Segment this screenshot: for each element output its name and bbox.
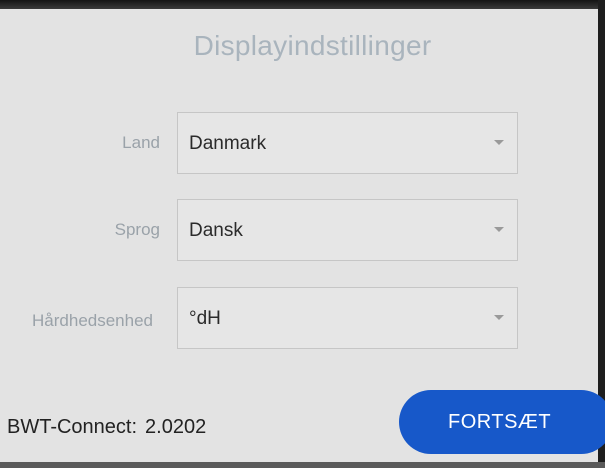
country-label: Land xyxy=(122,133,160,152)
page-title: Displayindstillinger xyxy=(193,30,432,61)
continue-button[interactable]: FORTSÆT xyxy=(399,390,605,454)
device-bezel-top xyxy=(0,0,605,9)
version-info: BWT-Connect: 2.0202 xyxy=(7,416,206,439)
version-number: 2.0202 xyxy=(145,416,207,438)
language-select-value: Dansk xyxy=(189,220,243,241)
language-select[interactable]: Dansk xyxy=(177,199,518,261)
language-label: Sprog xyxy=(114,220,160,239)
country-select[interactable]: Danmark xyxy=(177,112,518,174)
caret-down-icon xyxy=(494,140,504,145)
country-select-value: Danmark xyxy=(189,133,267,154)
hardness-unit-select-value: °dH xyxy=(189,308,221,329)
caret-down-icon xyxy=(494,227,504,232)
caret-down-icon xyxy=(494,315,504,320)
hardness-unit-select[interactable]: °dH xyxy=(177,287,518,349)
version-label: BWT-Connect: xyxy=(7,416,138,438)
display-settings-screen: Displayindstillinger Land Danmark Sprog … xyxy=(0,0,605,468)
device-bezel-bottom xyxy=(0,462,605,468)
hardness-unit-label: Hårdhedsenhed xyxy=(32,311,153,330)
